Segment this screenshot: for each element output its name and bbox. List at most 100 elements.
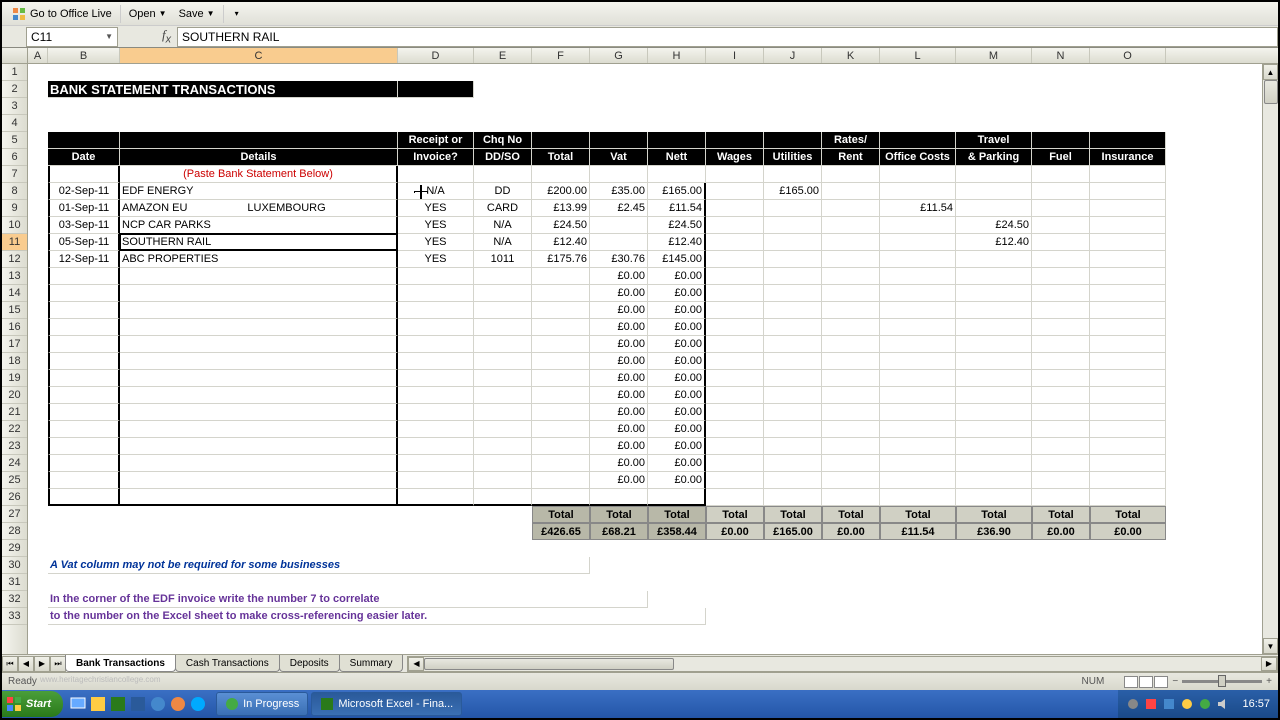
cell[interactable] [956,285,1032,302]
cell-travel[interactable] [956,251,1032,268]
ie-icon[interactable] [149,695,167,713]
cell[interactable] [822,472,880,489]
col-header-O[interactable]: O [1090,48,1166,63]
cell-zero[interactable]: £0.00 [648,319,706,336]
cell[interactable] [120,336,398,353]
cell[interactable] [880,455,956,472]
cell[interactable] [532,302,590,319]
cell[interactable] [764,370,822,387]
cell[interactable] [474,404,532,421]
cell[interactable] [822,370,880,387]
cell[interactable] [1090,302,1166,319]
total-value[interactable]: £11.54 [880,523,956,540]
cell[interactable] [822,302,880,319]
cell[interactable] [532,421,590,438]
row-header-33[interactable]: 33 [2,608,27,625]
cell[interactable] [706,200,764,217]
header-utilities[interactable]: Utilities [764,149,822,166]
cell[interactable] [120,268,398,285]
sheet-tab[interactable]: Cash Transactions [175,655,280,672]
cell-details[interactable]: EDF ENERGY [120,183,398,200]
formula-bar[interactable]: SOUTHERN RAIL [177,27,1278,47]
cell[interactable] [474,438,532,455]
cell-receipt[interactable]: N/A [398,183,474,200]
cell[interactable] [956,370,1032,387]
cell[interactable] [822,336,880,353]
tray-icon[interactable] [1162,697,1176,711]
cell[interactable] [956,421,1032,438]
cell-total[interactable]: £13.99 [532,200,590,217]
tray-icon[interactable] [1180,697,1194,711]
cell-zero[interactable]: £0.00 [648,353,706,370]
cell-utilities[interactable] [764,217,822,234]
cell[interactable] [590,166,648,183]
sheet-tab[interactable]: Summary [339,655,404,672]
tab-last-button[interactable]: ⏭ [50,656,66,672]
cell[interactable] [706,319,764,336]
cell[interactable] [764,353,822,370]
cell[interactable] [764,302,822,319]
header-details[interactable]: Details [120,149,398,166]
cell[interactable] [532,387,590,404]
cell-total[interactable]: £12.40 [532,234,590,251]
header-travel[interactable]: & Parking [956,149,1032,166]
total-label[interactable]: Total [1090,506,1166,523]
cell[interactable] [398,285,474,302]
cell-details[interactable]: NCP CAR PARKS [120,217,398,234]
desktop-icon[interactable] [69,695,87,713]
header-vat[interactable]: Vat [590,149,648,166]
cell[interactable] [532,404,590,421]
col-header-M[interactable]: M [956,48,1032,63]
cell[interactable] [120,387,398,404]
cell[interactable] [706,472,764,489]
cell[interactable] [1032,251,1090,268]
header-rates[interactable]: Rent [822,149,880,166]
word-icon[interactable] [129,695,147,713]
cell-zero[interactable]: £0.00 [590,438,648,455]
header-chq[interactable]: DD/SO [474,149,532,166]
cell-zero[interactable]: £0.00 [590,302,648,319]
zoom-out-button[interactable]: − [1172,676,1178,687]
excel-icon[interactable] [109,695,127,713]
total-value[interactable]: £0.00 [706,523,764,540]
horizontal-scrollbar[interactable]: ◀ ▶ [407,656,1278,672]
cell[interactable] [764,421,822,438]
cell[interactable] [880,353,956,370]
cell[interactable] [706,387,764,404]
col-header-G[interactable]: G [590,48,648,63]
select-all-corner[interactable] [2,48,28,63]
cell[interactable] [880,438,956,455]
row-header-2[interactable]: 2 [2,81,27,98]
cell[interactable] [956,353,1032,370]
header-rates[interactable]: Rates/ [822,132,880,149]
cells-area[interactable]: BANK STATEMENT TRANSACTIONSDateDetailsRe… [28,64,1278,654]
cell-nett[interactable]: £165.00 [648,183,706,200]
cell-zero[interactable]: £0.00 [590,370,648,387]
cell[interactable] [1032,421,1090,438]
paste-hint[interactable]: (Paste Bank Statement Below) [120,166,398,183]
cell[interactable] [706,251,764,268]
total-value[interactable]: £0.00 [1032,523,1090,540]
row-header-3[interactable]: 3 [2,98,27,115]
cell-total[interactable]: £175.76 [532,251,590,268]
cell[interactable] [1032,319,1090,336]
col-header-F[interactable]: F [532,48,590,63]
cell-travel[interactable]: £24.50 [956,217,1032,234]
cell[interactable] [532,455,590,472]
cell[interactable] [822,319,880,336]
cell[interactable] [398,421,474,438]
cell-travel[interactable]: £12.40 [956,234,1032,251]
cell[interactable] [532,489,590,506]
cell[interactable] [474,268,532,285]
cell-chq[interactable]: N/A [474,234,532,251]
outlook-icon[interactable] [89,695,107,713]
cell[interactable] [764,472,822,489]
total-label[interactable]: Total [590,506,648,523]
cell[interactable] [48,438,120,455]
cell-receipt[interactable]: YES [398,251,474,268]
skype-icon[interactable] [189,695,207,713]
cell[interactable] [120,319,398,336]
cell-office[interactable] [880,183,956,200]
cell[interactable] [764,166,822,183]
cell[interactable] [822,404,880,421]
